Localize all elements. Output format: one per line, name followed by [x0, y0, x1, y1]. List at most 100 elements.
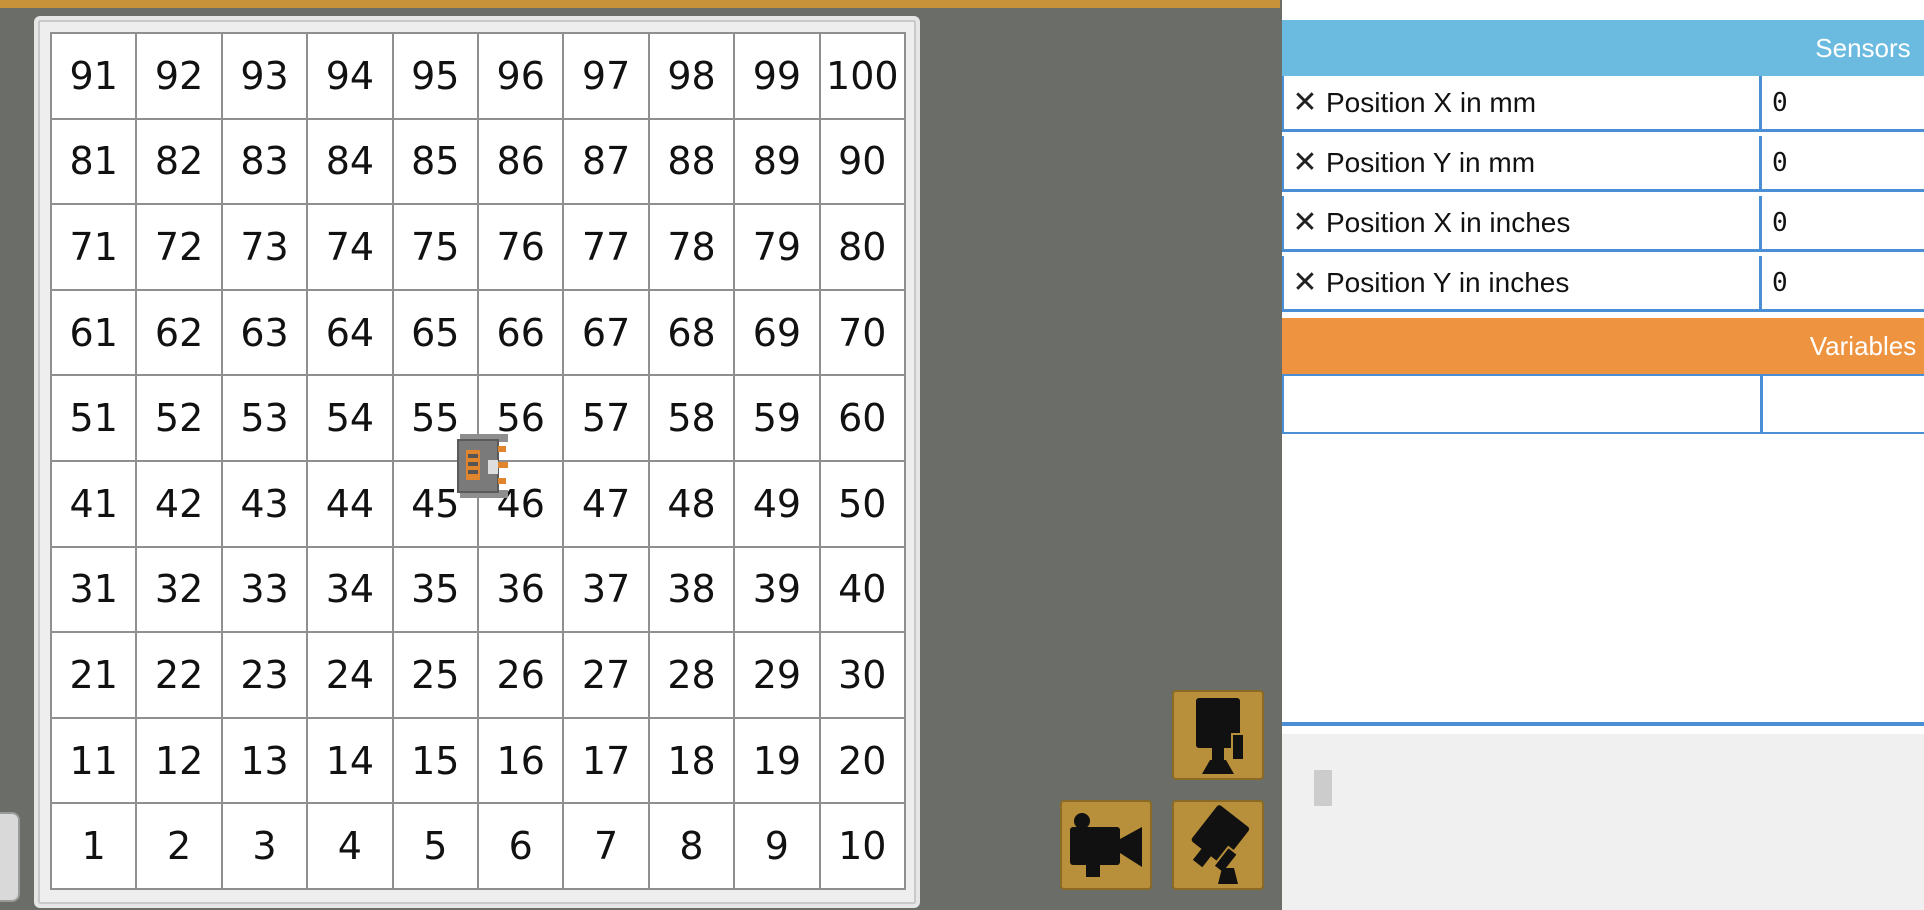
grid-cell: 75 [393, 205, 477, 289]
grid-cell: 68 [649, 290, 734, 375]
grid-cell: 53 [222, 376, 307, 460]
grid-cell: 37 [564, 547, 648, 632]
sensor-label: Position X in mm [1326, 86, 1537, 118]
grid-cell: 20 [820, 718, 904, 803]
grid-cell: 11 [52, 718, 136, 803]
grid-cell: 22 [137, 633, 221, 717]
grid-cell: 76 [479, 205, 563, 289]
close-icon[interactable]: ✕ [1284, 265, 1326, 300]
grid-cell: 29 [735, 633, 819, 717]
robot-top-view-icon [1196, 698, 1245, 774]
grid-cell: 64 [308, 290, 392, 375]
grid-cell: 3 [222, 804, 307, 888]
grid-cell: 100 [820, 34, 904, 118]
grid-cell: 21 [52, 633, 136, 717]
grid-cell: 99 [735, 34, 819, 118]
text-cursor [1314, 770, 1332, 806]
grid-cell: 13 [222, 718, 307, 803]
grid-cell: 71 [52, 205, 136, 289]
robot-sprite[interactable] [454, 432, 514, 500]
grid-cell: 73 [222, 205, 307, 289]
grid-cell: 48 [649, 461, 734, 546]
grid-cell: 38 [649, 547, 734, 632]
grid-cell: 14 [308, 718, 392, 803]
grid-cell: 88 [649, 119, 734, 204]
grid-cell: 62 [137, 290, 221, 375]
close-icon[interactable]: ✕ [1284, 145, 1326, 180]
grid-cell: 63 [222, 290, 307, 375]
grid-cell: 23 [222, 633, 307, 717]
sensor-row: ✕ Position Y in mm 0 [1282, 136, 1924, 192]
close-icon[interactable]: ✕ [1284, 205, 1326, 240]
grid-cell: 6 [479, 804, 563, 888]
grid-cell: 97 [564, 34, 648, 118]
grid-cell: 25 [393, 633, 477, 717]
grid-cell: 57 [564, 376, 648, 460]
grid-cell: 15 [393, 718, 477, 803]
grid-cell: 87 [564, 119, 648, 204]
grid-cell: 39 [735, 547, 819, 632]
grid-cell: 59 [735, 376, 819, 460]
grid-cell: 9 [735, 804, 819, 888]
grid-cell: 28 [649, 633, 734, 717]
grid-cell: 42 [137, 461, 221, 546]
console-divider [1282, 722, 1924, 726]
grid-cell: 27 [564, 633, 648, 717]
camera-angle-button[interactable] [1172, 800, 1264, 890]
grid-cell: 44 [308, 461, 392, 546]
grid-cell: 8 [649, 804, 734, 888]
variables-empty-row [1282, 374, 1924, 434]
grid-cell: 69 [735, 290, 819, 375]
sensor-value: 0 [1772, 147, 1788, 178]
grid-cell: 5 [393, 804, 477, 888]
grid-cell: 85 [393, 119, 477, 204]
grid-cell: 94 [308, 34, 392, 118]
camera-follow-button[interactable] [1060, 800, 1152, 890]
tilted-camera-icon [1191, 805, 1250, 884]
grid-cell: 90 [820, 119, 904, 204]
grid-cell: 26 [479, 633, 563, 717]
sensors-header: Sensors [1282, 20, 1924, 76]
grid-cell: 50 [820, 461, 904, 546]
grid-cell: 16 [479, 718, 563, 803]
sensor-label: Position Y in inches [1326, 266, 1570, 298]
grid-cell: 83 [222, 119, 307, 204]
grid-cell: 34 [308, 547, 392, 632]
grid-cell: 70 [820, 290, 904, 375]
sensor-row: ✕ Position X in mm 0 [1282, 76, 1924, 132]
sensor-name-cell: ✕ Position Y in mm [1284, 136, 1762, 189]
sensor-row: ✕ Position X in inches 0 [1282, 196, 1924, 252]
sensor-value: 0 [1772, 267, 1788, 298]
grid-cell: 17 [564, 718, 648, 803]
grid-cell: 77 [564, 205, 648, 289]
sensor-value: 0 [1772, 87, 1788, 118]
grid-cell: 33 [222, 547, 307, 632]
grid-cell: 54 [308, 376, 392, 460]
grid-cell: 47 [564, 461, 648, 546]
column-divider [1760, 376, 1763, 432]
grid-cell: 35 [393, 547, 477, 632]
grid-cell: 40 [820, 547, 904, 632]
top-accent-bar [0, 0, 1280, 8]
console-output[interactable] [1282, 734, 1924, 910]
grid-cell: 98 [649, 34, 734, 118]
camera-top-view-button[interactable] [1172, 690, 1264, 780]
grid-cell: 31 [52, 547, 136, 632]
sensor-label: Position X in inches [1326, 206, 1571, 238]
grid-cell: 58 [649, 376, 734, 460]
sensor-label: Position Y in mm [1326, 146, 1536, 178]
grid-cell: 43 [222, 461, 307, 546]
variables-header-label: Variables [1809, 330, 1917, 361]
grid-cell: 52 [137, 376, 221, 460]
grid-cell: 86 [479, 119, 563, 204]
close-icon[interactable]: ✕ [1284, 85, 1326, 120]
grid-cell: 4 [308, 804, 392, 888]
side-drawer-handle[interactable] [0, 812, 20, 902]
grid-cell: 7 [564, 804, 648, 888]
grid-cell: 51 [52, 376, 136, 460]
grid-cell: 82 [137, 119, 221, 204]
simulator-viewport[interactable]: 91 92 93 94 95 96 97 98 99 100 81 82 83 84 85 86 87 88 89 9… [0, 8, 1280, 910]
grid-cell: 74 [308, 205, 392, 289]
variables-header: Variables [1282, 318, 1924, 374]
grid-cell: 79 [735, 205, 819, 289]
